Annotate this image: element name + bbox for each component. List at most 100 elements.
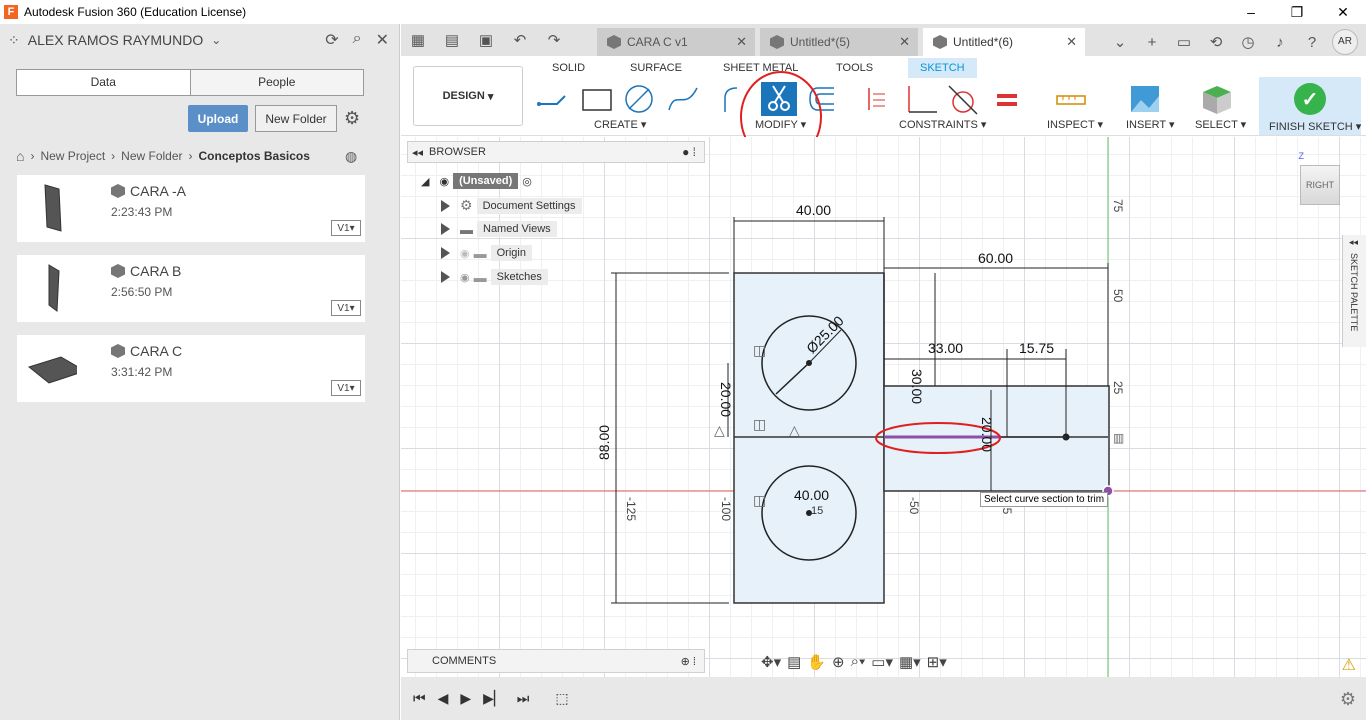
close-tab-icon[interactable]: ✕ bbox=[1066, 34, 1077, 50]
eye-hidden-icon[interactable]: ◉ bbox=[460, 247, 470, 260]
create-menu[interactable]: CREATE ▾ bbox=[594, 118, 646, 131]
expand-icon[interactable] bbox=[441, 271, 450, 283]
next-step-icon[interactable]: ▶▏ bbox=[483, 690, 505, 707]
avatar[interactable]: AR bbox=[1332, 29, 1358, 55]
chevron-down-icon[interactable]: ⌄ bbox=[211, 33, 221, 47]
undo-icon[interactable]: ↶ bbox=[507, 31, 533, 49]
new-tab-icon[interactable]: + bbox=[1140, 34, 1164, 51]
browser-item-named-views[interactable]: ▬ Named Views bbox=[441, 221, 557, 237]
close-icon[interactable]: ✕ bbox=[376, 30, 389, 50]
collapse-icon[interactable]: ◂◂ bbox=[412, 146, 423, 159]
expand-icon[interactable] bbox=[441, 223, 450, 235]
tab-sketch[interactable]: SKETCH bbox=[908, 58, 977, 78]
document-tab[interactable]: Untitled*(5) ✕ bbox=[760, 28, 918, 56]
warning-icon[interactable]: ⚠ bbox=[1342, 655, 1356, 675]
redo-icon[interactable]: ↷ bbox=[541, 31, 567, 49]
dimension-label[interactable]: 30.00 bbox=[909, 369, 925, 404]
timeline-marker-icon[interactable]: ⬚ bbox=[555, 690, 568, 707]
tab-overflow-icon[interactable]: ⌄ bbox=[1108, 33, 1132, 51]
browser-options-icon[interactable]: ● ⁞ bbox=[682, 145, 696, 159]
browser-item-document-settings[interactable]: ⚙ Document Settings bbox=[441, 197, 582, 214]
breadcrumb-item[interactable]: New Folder bbox=[121, 149, 182, 163]
select-menu[interactable]: SELECT ▾ bbox=[1195, 118, 1246, 131]
eye-icon[interactable]: ◉ bbox=[439, 175, 449, 188]
tab-tools[interactable]: TOOLS bbox=[836, 58, 873, 78]
dimension-label[interactable]: 88.00 bbox=[596, 425, 612, 460]
first-step-icon[interactable]: ⏮ bbox=[413, 690, 426, 707]
circle-tool-icon[interactable] bbox=[621, 82, 657, 116]
browser-item-origin[interactable]: ◉ ▬ Origin bbox=[441, 245, 532, 261]
dimension-label[interactable]: 15.75 bbox=[1019, 340, 1054, 356]
search-icon[interactable]: ⌕ bbox=[353, 30, 362, 50]
measure-icon[interactable] bbox=[1053, 82, 1089, 116]
play-icon[interactable]: ▶ bbox=[460, 690, 471, 707]
radio-icon[interactable]: ◎ bbox=[522, 175, 532, 188]
zoom-window-icon[interactable]: ⌕▾ bbox=[851, 653, 866, 671]
document-tab[interactable]: CARA C v1 ✕ bbox=[597, 28, 755, 56]
viewcube[interactable]: RIGHT bbox=[1300, 165, 1340, 205]
orbit-icon[interactable]: ✥▾ bbox=[761, 653, 781, 671]
tangent-constraint-icon[interactable] bbox=[945, 82, 981, 116]
close-tab-icon[interactable]: ✕ bbox=[736, 34, 747, 50]
grid-settings-icon[interactable]: ▦▾ bbox=[899, 653, 921, 671]
perpendicular-constraint-icon[interactable] bbox=[903, 82, 939, 116]
tab-surface[interactable]: SURFACE bbox=[630, 58, 682, 78]
workspace-switcher[interactable]: DESIGN ▾ bbox=[413, 66, 523, 126]
apps-grid-icon[interactable]: ▦ bbox=[405, 31, 431, 49]
new-folder-button[interactable]: New Folder bbox=[255, 105, 337, 132]
maximize-button[interactable]: ❐ bbox=[1274, 0, 1320, 24]
sketch-canvas[interactable]: ◫ ◫ ◫ △ △ ▥ 40.00 60.00 33.00 15.75 30.0… bbox=[401, 137, 1366, 677]
coincident-constraint-icon[interactable] bbox=[859, 82, 895, 116]
list-item[interactable]: CARA C 3:31:42 PM V1 ▾ bbox=[17, 335, 365, 402]
timeline-settings-icon[interactable]: ⚙ bbox=[1340, 689, 1356, 710]
version-dropdown[interactable]: V1 ▾ bbox=[331, 220, 361, 236]
dimension-label[interactable]: 40.00 bbox=[794, 487, 829, 503]
constraints-menu[interactable]: CONSTRAINTS ▾ bbox=[899, 118, 986, 131]
zoom-icon[interactable]: ⊕ bbox=[832, 653, 845, 671]
home-icon[interactable]: ⌂ bbox=[16, 148, 24, 164]
browser-panel-header[interactable]: ◂◂ BROWSER ● ⁞ bbox=[407, 141, 705, 163]
extensions-icon[interactable]: ⟲ bbox=[1204, 33, 1228, 51]
sketch-drawing[interactable]: ◫ ◫ ◫ △ △ ▥ bbox=[401, 137, 1366, 677]
version-dropdown[interactable]: V1 ▾ bbox=[331, 380, 361, 396]
finish-sketch-button[interactable]: ✓ FINISH SKETCH ▾ bbox=[1259, 77, 1361, 135]
tab-solid[interactable]: SOLID bbox=[552, 58, 585, 78]
display-settings-icon[interactable]: ▭▾ bbox=[871, 653, 893, 671]
gear-icon[interactable]: ⚙ bbox=[344, 108, 360, 129]
file-menu-icon[interactable]: ▤ bbox=[439, 31, 465, 49]
dimension-label[interactable]: 33.00 bbox=[928, 340, 963, 356]
document-tab-active[interactable]: Untitled*(6) ✕ bbox=[923, 28, 1085, 56]
eye-icon[interactable]: ◉ bbox=[460, 271, 470, 284]
line-tool-icon[interactable] bbox=[535, 82, 571, 116]
dimension-label[interactable]: 60.00 bbox=[978, 250, 1013, 266]
add-comment-icon[interactable]: ⊕ ⁞ bbox=[681, 655, 696, 668]
list-item[interactable]: CARA -A 2:23:43 PM V1 ▾ bbox=[17, 175, 365, 242]
rectangle-tool-icon[interactable] bbox=[579, 82, 615, 116]
breadcrumb-item[interactable]: New Project bbox=[40, 149, 105, 163]
select-icon[interactable] bbox=[1199, 82, 1235, 116]
comments-icon[interactable]: ▭ bbox=[1172, 33, 1196, 51]
close-window-button[interactable]: ✕ bbox=[1320, 0, 1366, 24]
dimension-label[interactable]: 15 bbox=[811, 505, 823, 517]
dimension-label[interactable]: 20.00 bbox=[718, 382, 734, 417]
tab-data[interactable]: Data bbox=[17, 70, 191, 95]
notifications-icon[interactable]: ♪ bbox=[1268, 34, 1292, 51]
upload-button[interactable]: Upload bbox=[188, 105, 248, 132]
close-tab-icon[interactable]: ✕ bbox=[899, 34, 910, 50]
dimension-label[interactable]: 20.00 bbox=[979, 417, 995, 452]
refresh-icon[interactable]: ⟳ bbox=[325, 30, 338, 50]
inspect-menu[interactable]: INSPECT ▾ bbox=[1047, 118, 1103, 131]
minimize-button[interactable]: – bbox=[1228, 0, 1274, 24]
save-icon[interactable]: ▣ bbox=[473, 31, 499, 49]
dimension-label[interactable]: 40.00 bbox=[796, 202, 831, 218]
browser-item-sketches[interactable]: ◉ ▬ Sketches bbox=[441, 269, 548, 285]
sketch-palette-tab[interactable]: ◂◂ SKETCH PALETTE bbox=[1342, 235, 1366, 347]
equal-constraint-icon[interactable] bbox=[989, 82, 1025, 116]
last-step-icon[interactable]: ⏭ bbox=[517, 690, 530, 707]
viewports-icon[interactable]: ⊞▾ bbox=[927, 653, 947, 671]
collapse-icon[interactable]: ◂◂ bbox=[1349, 237, 1358, 248]
expand-icon[interactable]: ◢ bbox=[421, 175, 429, 188]
comments-panel[interactable]: COMMENTS ⊕ ⁞ bbox=[407, 649, 705, 673]
insert-menu[interactable]: INSERT ▾ bbox=[1126, 118, 1175, 131]
previous-step-icon[interactable]: ◀ bbox=[438, 690, 449, 707]
